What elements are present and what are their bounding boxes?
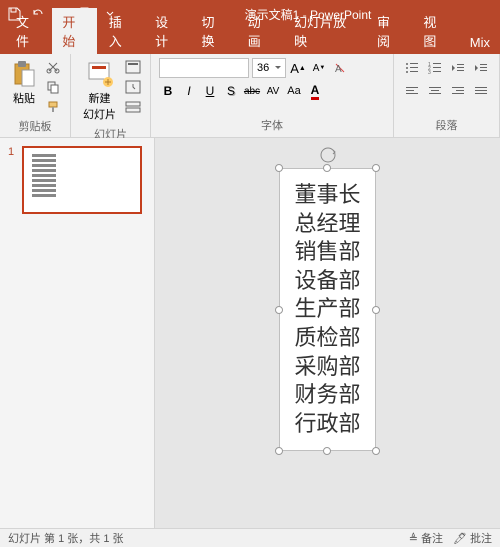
- copy-icon[interactable]: [44, 78, 62, 96]
- svg-text:A: A: [335, 64, 342, 75]
- format-painter-icon[interactable]: [44, 98, 62, 116]
- tab-home[interactable]: 开始: [52, 8, 96, 54]
- ribbon-tabs: 文件 开始 插入 设计 切换 动画 幻灯片放映 审阅 视图 Mix: [0, 28, 500, 54]
- rotate-handle-icon[interactable]: [319, 146, 337, 164]
- thumb-number: 1: [8, 146, 18, 214]
- text-line: 生产部: [294, 295, 360, 324]
- group-font-label: 字体: [159, 117, 385, 133]
- group-clipboard: 粘贴 剪贴板: [0, 54, 71, 137]
- font-size-combo[interactable]: 36: [252, 58, 286, 78]
- reset-icon[interactable]: [124, 78, 142, 96]
- justify-icon[interactable]: [471, 81, 491, 101]
- slide-canvas[interactable]: 董事长总经理销售部设备部生产部质检部采购部财务部行政部: [155, 138, 500, 528]
- tab-transitions[interactable]: 切换: [191, 8, 235, 54]
- align-right-icon[interactable]: [448, 81, 468, 101]
- char-spacing-button[interactable]: AV: [264, 82, 282, 100]
- tab-file[interactable]: 文件: [6, 8, 50, 54]
- increase-font-icon[interactable]: A▲: [289, 59, 307, 77]
- decrease-indent-icon[interactable]: [448, 58, 468, 78]
- text-line: 销售部: [294, 238, 360, 267]
- numbering-icon[interactable]: 123: [425, 58, 445, 78]
- tab-view[interactable]: 视图: [413, 8, 457, 54]
- slide-thumbnail-1[interactable]: [22, 146, 142, 214]
- italic-button[interactable]: I: [180, 82, 198, 100]
- group-paragraph: 123 段落: [394, 54, 500, 137]
- cut-icon[interactable]: [44, 58, 62, 76]
- tab-mix[interactable]: Mix: [460, 31, 500, 54]
- resize-handle[interactable]: [275, 447, 283, 455]
- underline-button[interactable]: U: [201, 82, 219, 100]
- strikethrough-button[interactable]: abc: [243, 82, 261, 100]
- group-font: 36 A▲ A▼ A B I U S abc AV Aa A 字体: [151, 54, 394, 137]
- resize-handle[interactable]: [372, 447, 380, 455]
- text-line: 采购部: [294, 353, 360, 382]
- tab-slideshow[interactable]: 幻灯片放映: [284, 8, 365, 54]
- text-line: 质检部: [294, 324, 360, 353]
- ribbon: 粘贴 剪贴板 新建 幻灯片 幻灯片: [0, 54, 500, 138]
- group-paragraph-label: 段落: [402, 117, 491, 133]
- bullets-icon[interactable]: [402, 58, 422, 78]
- resize-handle[interactable]: [275, 164, 283, 172]
- shadow-button[interactable]: S: [222, 82, 240, 100]
- resize-handle[interactable]: [275, 306, 283, 314]
- increase-indent-icon[interactable]: [471, 58, 491, 78]
- textbox-content[interactable]: 董事长总经理销售部设备部生产部质检部采购部财务部行政部: [294, 181, 360, 438]
- text-line: 设备部: [294, 267, 360, 296]
- resize-handle[interactable]: [323, 164, 331, 172]
- align-left-icon[interactable]: [402, 81, 422, 101]
- notes-button[interactable]: ≜ 备注: [409, 530, 443, 546]
- workspace: 1 董事长总经理销售部设备部生产部质检部采购部财务部行政部: [0, 138, 500, 528]
- text-line: 总经理: [294, 210, 360, 239]
- clear-format-icon[interactable]: A: [331, 59, 349, 77]
- paste-button[interactable]: 粘贴: [8, 58, 40, 108]
- tab-animations[interactable]: 动画: [238, 8, 282, 54]
- tab-review[interactable]: 审阅: [367, 8, 411, 54]
- resize-handle[interactable]: [372, 164, 380, 172]
- tab-design[interactable]: 设计: [145, 8, 189, 54]
- text-line: 董事长: [294, 181, 360, 210]
- group-slides: 新建 幻灯片 幻灯片: [71, 54, 151, 137]
- resize-handle[interactable]: [372, 306, 380, 314]
- font-color-button[interactable]: A: [306, 82, 324, 100]
- font-family-combo[interactable]: [159, 58, 249, 78]
- group-clipboard-label: 剪贴板: [8, 118, 62, 134]
- text-line: 行政部: [294, 410, 360, 439]
- tab-insert[interactable]: 插入: [99, 8, 143, 54]
- decrease-font-icon[interactable]: A▼: [310, 59, 328, 77]
- status-bar: 幻灯片 第 1 张，共 1 张 ≜ 备注 🖊 批注: [0, 528, 500, 547]
- svg-text:3: 3: [428, 70, 431, 74]
- section-icon[interactable]: [124, 98, 142, 116]
- layout-icon[interactable]: [124, 58, 142, 76]
- slide-thumbnail-panel: 1: [0, 138, 155, 528]
- new-slide-button[interactable]: 新建 幻灯片: [79, 58, 120, 124]
- align-center-icon[interactable]: [425, 81, 445, 101]
- bold-button[interactable]: B: [159, 82, 177, 100]
- slide-counter: 幻灯片 第 1 张，共 1 张: [8, 530, 124, 546]
- new-slide-label: 新建 幻灯片: [83, 90, 116, 122]
- comments-button[interactable]: 🖊 批注: [453, 530, 492, 546]
- resize-handle[interactable]: [323, 447, 331, 455]
- text-line: 财务部: [294, 381, 360, 410]
- paste-label: 粘贴: [13, 90, 35, 106]
- selected-textbox[interactable]: 董事长总经理销售部设备部生产部质检部采购部财务部行政部: [279, 168, 375, 451]
- change-case-button[interactable]: Aa: [285, 82, 303, 100]
